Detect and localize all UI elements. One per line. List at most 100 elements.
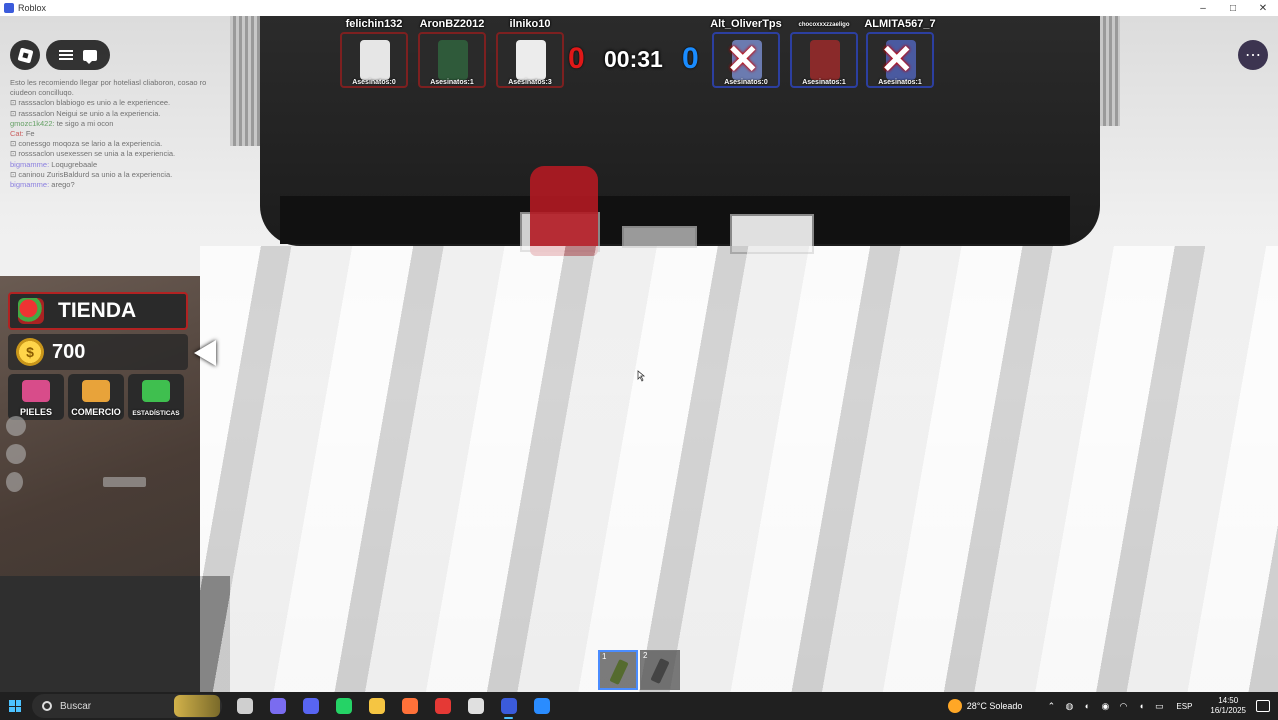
taskbar-app-notepad[interactable] (459, 692, 492, 720)
player-name: chocoxxxzzaeligo (798, 22, 850, 28)
red-avatar-figure (530, 166, 598, 256)
faded-icon (6, 472, 24, 492)
system-tray: 28°C Soleado ⌃ ◍ ◐ ◉ ◠ ◖ ▭ ESP 14:50 16/… (947, 692, 1278, 720)
hotbar-slot[interactable]: 1 (598, 650, 638, 690)
taskbar-app-recorder[interactable] (426, 692, 459, 720)
sun-icon (947, 699, 962, 713)
player-avatar (516, 40, 546, 80)
taskbar-app-whatsapp[interactable] (327, 692, 360, 720)
blue-player-card: ALMITA567_7 ✕ Asesinatos:1 (864, 18, 936, 90)
chat-author: bigmamme: (10, 180, 50, 190)
clock-time: 14:50 (1218, 696, 1239, 705)
taskbar-app-file-explorer[interactable] (360, 692, 393, 720)
faded-bar (103, 477, 146, 487)
faded-icon (6, 416, 26, 436)
player-name: AronBZ2012 (419, 18, 485, 30)
tray-app-icon[interactable]: ◉ (1098, 692, 1112, 720)
chat-message: ⊡ rosssaclon usexessen se unia a la expe… (10, 149, 265, 159)
chat-log: Esto les recomiendo llegar por hoteliasl… (10, 78, 265, 190)
tray-app-icon[interactable]: ◐ (1080, 692, 1094, 720)
language-indicator[interactable]: ESP (1176, 702, 1192, 711)
window-title-bar: Roblox – □ ✕ (0, 0, 1278, 16)
chevron-up-icon[interactable]: ⌃ (1044, 692, 1058, 720)
coin-icon: $ (16, 338, 44, 366)
roblox-app-icon (4, 3, 14, 13)
taskbar-app-roblox[interactable] (492, 692, 525, 720)
tool-icon (650, 658, 670, 684)
volume-icon[interactable]: ◖ (1134, 692, 1148, 720)
hotbar: 1 2 (598, 650, 680, 690)
window-title: Roblox (18, 3, 47, 13)
recorder-icon (434, 698, 451, 714)
whatsapp-icon (335, 698, 352, 714)
chat-text: ⊡ caninou ZurisBaldurd sa unio a la expe… (10, 169, 173, 179)
chat-text: Loqugrebaale (49, 159, 98, 169)
taskbar-app-copilot[interactable] (261, 692, 294, 720)
chat-text: arego? (49, 180, 75, 190)
minimize-button[interactable]: – (1188, 0, 1218, 16)
shop-button[interactable]: TIENDA (8, 292, 188, 330)
player-kills: Asesinatos:1 (802, 79, 846, 86)
chat-text: ⊡ rosssaclon usexessen se unia a la expe… (10, 149, 176, 159)
tray-app-icon[interactable]: ◍ (1062, 692, 1076, 720)
taskbar-app-firefox[interactable] (393, 692, 426, 720)
wifi-icon[interactable]: ◠ (1116, 692, 1130, 720)
player-kills: Asesinatos:0 (724, 79, 768, 86)
taskbar-app-task-view[interactable] (228, 692, 261, 720)
battery-icon[interactable]: ▭ (1152, 692, 1166, 720)
chat-message: gmozc1k422: te sigo a mi ocon (10, 119, 265, 129)
notification-icon[interactable] (1256, 700, 1270, 712)
start-button[interactable] (0, 692, 30, 720)
chat-text: ⊡ conessgo moqoza se lario a la experien… (10, 139, 163, 149)
chat-message: bigmamme: arego? (10, 180, 265, 190)
taskbar-app-discord[interactable] (294, 692, 327, 720)
taskbar-search[interactable]: Buscar (32, 694, 222, 718)
slot-number: 1 (602, 652, 607, 661)
clock[interactable]: 14:50 16/1/2025 (1210, 696, 1246, 716)
player-avatar (438, 40, 468, 80)
search-highlight-image (174, 695, 220, 717)
search-icon (42, 701, 52, 711)
shop-label: TIENDA (58, 299, 137, 322)
scoreboard: felichin132 Asesinatos:0 AronBZ2012 Ases… (0, 18, 1278, 90)
chat-message: Cat: Fe (10, 129, 265, 139)
hotbar-slot[interactable]: 2 (640, 650, 680, 690)
player-kills: Asesinatos:3 (508, 79, 552, 86)
skins-icon (22, 380, 50, 402)
close-button[interactable]: ✕ (1248, 0, 1278, 16)
chat-author: bigmamme: (10, 159, 50, 169)
taskbar-app-roblox-studio[interactable] (525, 692, 558, 720)
chat-text: te sigo a mi ocon (54, 118, 114, 128)
player-kills: Asesinatos:0 (352, 79, 396, 86)
roblox-studio-icon (533, 698, 550, 714)
background-floor (0, 576, 230, 692)
slot-number: 2 (643, 651, 648, 660)
game-viewport[interactable]: ⋯ Esto les recomiendo llegar por hotelia… (0, 16, 1278, 692)
chat-author: Cat: (10, 129, 24, 139)
player-name: ALMITA567_7 (864, 18, 936, 30)
blue-player-card: Alt_OliverTps ✕ Asesinatos:0 (710, 18, 782, 90)
player-kills: Asesinatos:1 (430, 79, 474, 86)
character-white-hair (200, 246, 1278, 692)
collapse-panel-arrow-icon[interactable] (194, 340, 216, 366)
chat-message: ⊡ caninou ZurisBaldurd sa unio a la expe… (10, 170, 265, 180)
faded-icon (6, 444, 26, 464)
windows-taskbar: Buscar 28°C Soleado ⌃ ◍ ◐ ◉ ◠ ◖ ▭ ESP 14… (0, 692, 1278, 720)
mouse-cursor-icon (637, 370, 646, 382)
task-view-icon (236, 698, 253, 714)
red-player-card: AronBZ2012 Asesinatos:1 (416, 18, 488, 90)
red-player-card: felichin132 Asesinatos:0 (338, 18, 410, 90)
coin-amount: 700 (52, 340, 86, 363)
taskbar-apps (228, 692, 558, 720)
blue-team-score: 0 (682, 42, 699, 75)
trade-icon (82, 380, 110, 402)
search-placeholder: Buscar (60, 700, 92, 712)
weather-widget[interactable]: 28°C Soleado (947, 699, 1022, 713)
chat-text: ⊡ rasssaclon Neigui se unio a la experie… (10, 108, 161, 118)
player-name: Alt_OliverTps (710, 18, 782, 30)
firefox-icon (401, 698, 418, 714)
maximize-button[interactable]: □ (1218, 0, 1248, 16)
chat-text: Fe (23, 129, 35, 139)
round-timer: 00:31 (604, 46, 663, 72)
chat-message: ⊡ conessgo moqoza se lario a la experien… (10, 139, 265, 149)
